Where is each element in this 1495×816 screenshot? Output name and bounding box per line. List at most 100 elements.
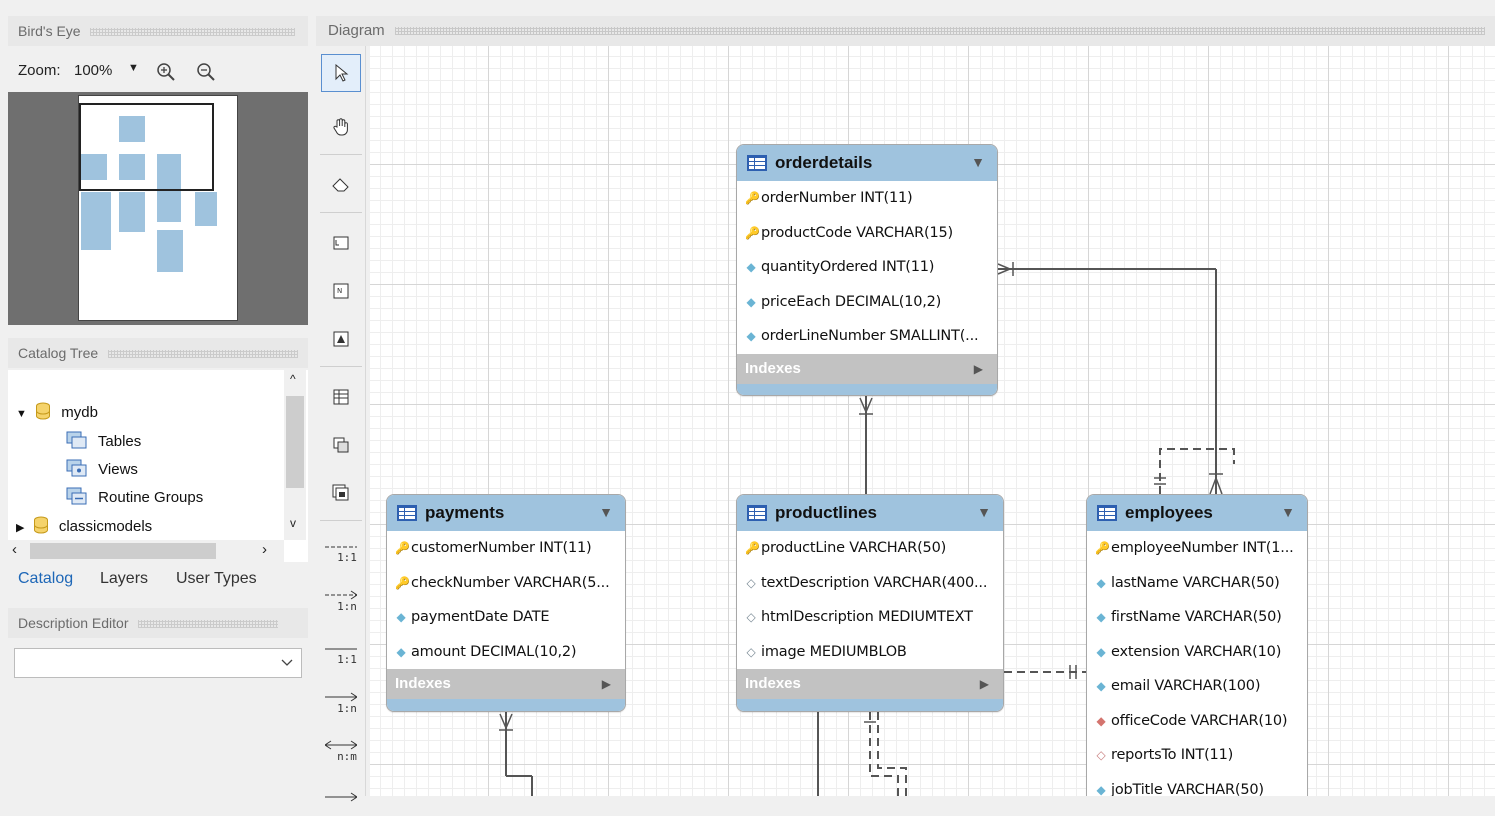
column-row[interactable]: ◆ lastName VARCHAR(50) (1087, 566, 1307, 601)
scroll-right-icon[interactable]: › (262, 541, 267, 558)
relationship-1-1-identifying-tool[interactable]: 1:1 (321, 636, 361, 674)
column-row[interactable]: 🔑employeeNumber INT(1... (1087, 531, 1307, 566)
column-row[interactable]: ◆ priceEach DECIMAL(10,2) (737, 285, 997, 320)
table-header[interactable]: orderdetails ▼ (737, 145, 997, 181)
relationship-1-n-nonidentifying-tool[interactable]: 1:n (321, 582, 361, 620)
new-view-tool-icon[interactable] (321, 426, 361, 464)
column-row[interactable]: ◆ amount DECIMAL(10,2) (387, 635, 625, 670)
expand-arrow-icon[interactable]: ▶ (974, 354, 983, 384)
nullable-column-icon: ◇ (746, 610, 756, 624)
table-orderdetails[interactable]: orderdetails ▼ 🔑orderNumber INT(11) 🔑pro… (736, 144, 998, 396)
expand-right-icon[interactable]: ▶ (16, 522, 24, 534)
collapse-arrow-icon[interactable]: ▼ (971, 154, 985, 170)
chevron-down-icon[interactable] (281, 659, 293, 667)
tree-label: Views (98, 461, 138, 478)
table-footer (737, 699, 1003, 711)
expand-arrow-icon[interactable]: ▶ (980, 669, 989, 699)
table-header[interactable]: productlines ▼ (737, 495, 1003, 531)
tree-item-tables[interactable]: Tables (66, 429, 141, 455)
indexes-section[interactable]: Indexes ▶ (737, 353, 997, 384)
column-row[interactable]: 🔑checkNumber VARCHAR(5... (387, 566, 625, 601)
column-text: quantityOrdered INT(11) (761, 259, 935, 275)
expand-arrow-icon[interactable]: ▶ (602, 669, 611, 699)
tab-user-types[interactable]: User Types (176, 570, 257, 588)
note-tool-icon[interactable]: N (321, 272, 361, 310)
tree-item-views[interactable]: Views (66, 457, 138, 483)
table-employees[interactable]: employees ▼ 🔑employeeNumber INT(1... ◆ la… (1086, 494, 1308, 796)
zoom-out-icon[interactable] (196, 62, 216, 82)
scroll-thumb[interactable] (286, 396, 304, 488)
column-row[interactable]: ◆ quantityOrdered INT(11) (737, 250, 997, 285)
eraser-tool-icon[interactable] (321, 166, 361, 204)
diagram-toolbar: N 1:1 1:n 1:1 1:n n:m (316, 46, 366, 802)
collapse-arrow-icon[interactable]: ▼ (599, 504, 613, 520)
column-row[interactable]: ◆ orderLineNumber SMALLINT(... (737, 319, 997, 354)
tree-item-routine-groups[interactable]: Routine Groups (66, 485, 203, 511)
table-name: employees (1125, 503, 1213, 522)
pointer-tool-icon[interactable] (321, 54, 361, 92)
relationship-n-m-tool[interactable]: n:m (321, 732, 361, 770)
birds-eye-view[interactable] (8, 92, 308, 325)
zoom-value[interactable]: 100% (74, 62, 112, 79)
column-row[interactable]: ◆ extension VARCHAR(10) (1087, 635, 1307, 670)
tree-label: Tables (97, 433, 142, 450)
column-row[interactable]: ◆ officeCode VARCHAR(10) (1087, 704, 1307, 739)
column-row[interactable]: ◇ textDescription VARCHAR(400... (737, 566, 1003, 601)
tree-item-mydb[interactable]: ▼ mydb (16, 400, 98, 426)
tab-layers[interactable]: Layers (100, 570, 148, 588)
diagram-canvas[interactable]: orderdetails ▼ 🔑orderNumber INT(11) 🔑pro… (370, 46, 1495, 796)
column-text: amount DECIMAL(10,2) (411, 643, 577, 660)
relationship-1-n-identifying-tool[interactable]: 1:n (321, 684, 361, 722)
column-row[interactable]: ◇ image MEDIUMBLOB (737, 635, 1003, 670)
not-null-column-icon: ◆ (1096, 782, 1106, 797)
birds-eye-viewport[interactable] (79, 103, 214, 191)
column-row[interactable]: 🔑customerNumber INT(11) (387, 531, 625, 566)
birds-eye-table (81, 192, 111, 250)
indexes-section[interactable]: Indexes ▶ (737, 669, 1003, 699)
description-object-select[interactable] (14, 648, 302, 678)
column-row[interactable]: ◆ firstName VARCHAR(50) (1087, 600, 1307, 635)
indexes-section[interactable]: Indexes ▶ (387, 669, 625, 699)
table-header[interactable]: payments ▼ (387, 495, 625, 531)
table-icon (1097, 505, 1117, 521)
table-productlines[interactable]: productlines ▼ 🔑productLine VARCHAR(50) … (736, 494, 1004, 712)
column-row[interactable]: ◇ htmlDescription MEDIUMTEXT (737, 600, 1003, 635)
tree-vertical-scrollbar[interactable]: ^ v (284, 370, 306, 540)
solid-crowfoot-icon (325, 792, 357, 802)
indexes-label: Indexes (745, 675, 801, 692)
zoom-in-icon[interactable] (156, 62, 176, 82)
scroll-thumb[interactable] (30, 543, 216, 559)
column-row[interactable]: ◇ reportsTo INT(11) (1087, 738, 1307, 773)
column-text: extension VARCHAR(10) (1111, 643, 1282, 660)
table-header[interactable]: employees ▼ (1087, 495, 1307, 531)
zoom-dropdown-icon[interactable]: ▼ (128, 62, 139, 74)
description-editor-title: Description Editor (18, 615, 129, 631)
tree-horizontal-scrollbar[interactable]: ‹ › (8, 540, 284, 562)
tab-catalog[interactable]: Catalog (18, 570, 73, 588)
column-row[interactable]: ◆ paymentDate DATE (387, 600, 625, 635)
tree-item-classicmodels[interactable]: ▶ classicmodels (16, 514, 152, 540)
column-text: textDescription VARCHAR(400... (761, 574, 988, 591)
relationship-1-1-nonidentifying-tool[interactable]: 1:1 (321, 534, 361, 572)
image-tool-icon[interactable] (321, 320, 361, 358)
new-table-tool-icon[interactable] (321, 378, 361, 416)
scroll-down-icon[interactable]: v (290, 516, 296, 530)
expand-down-icon[interactable]: ▼ (16, 408, 27, 420)
column-row[interactable]: 🔑orderNumber INT(11) (737, 181, 997, 216)
catalog-tree[interactable]: ▼ mydb Tables Views Routine Groups ▶ cla… (8, 370, 308, 562)
collapse-arrow-icon[interactable]: ▼ (1281, 504, 1295, 520)
relationship-tool-partial[interactable] (321, 778, 361, 816)
scroll-left-icon[interactable]: ‹ (12, 541, 17, 558)
table-payments[interactable]: payments ▼ 🔑customerNumber INT(11) 🔑chec… (386, 494, 626, 712)
column-row[interactable]: 🔑productCode VARCHAR(15) (737, 216, 997, 251)
column-row[interactable]: ◆ email VARCHAR(100) (1087, 669, 1307, 704)
new-routine-group-tool-icon[interactable] (321, 474, 361, 512)
hand-tool-icon[interactable] (321, 108, 361, 146)
tree-label: mydb (61, 404, 98, 421)
collapse-arrow-icon[interactable]: ▼ (977, 504, 991, 520)
column-row[interactable]: ◆ jobTitle VARCHAR(50) (1087, 773, 1307, 797)
layer-tool-icon[interactable] (321, 224, 361, 262)
column-row[interactable]: 🔑productLine VARCHAR(50) (737, 531, 1003, 566)
column-text: checkNumber VARCHAR(5... (411, 574, 610, 591)
scroll-up-icon[interactable]: ^ (290, 372, 296, 386)
